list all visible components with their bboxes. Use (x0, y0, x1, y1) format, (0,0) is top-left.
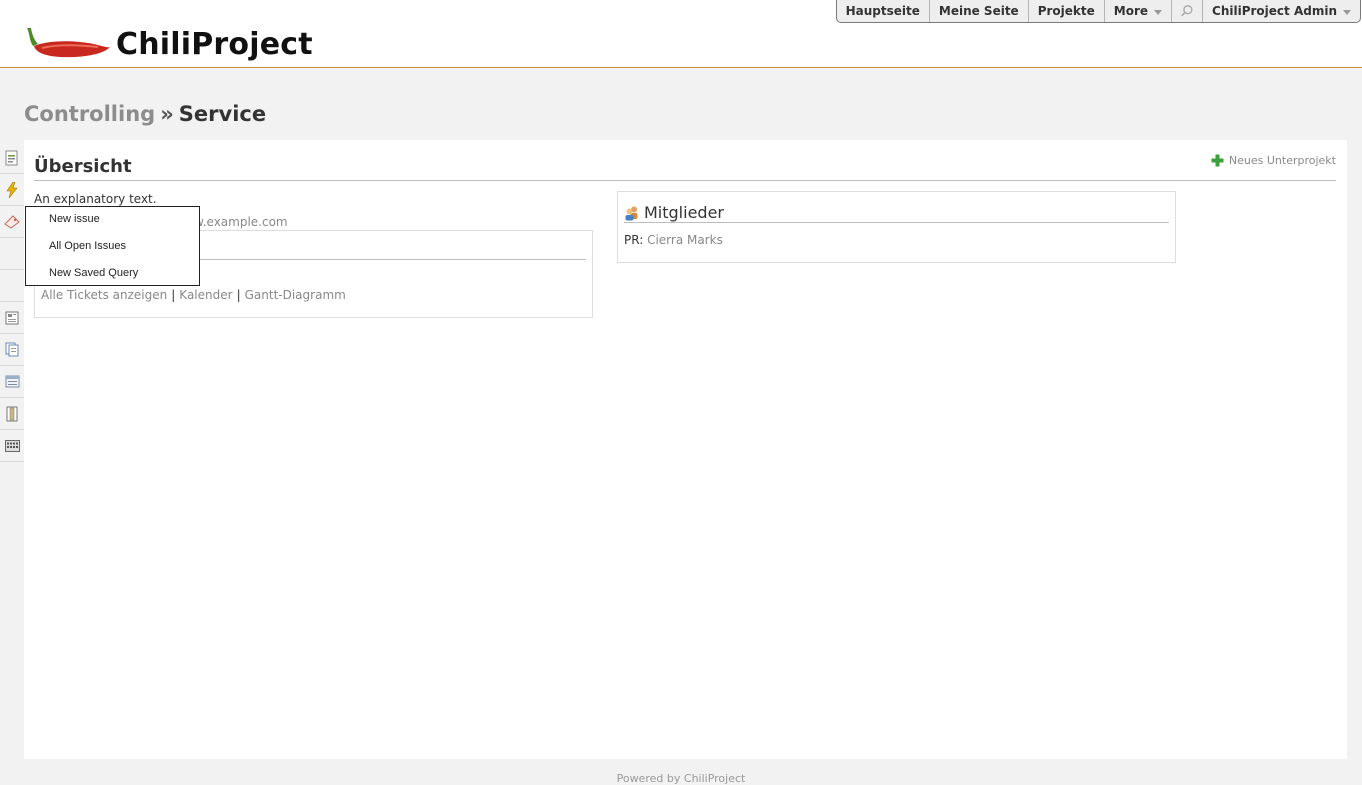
footer: Powered by ChiliProject (616, 772, 746, 785)
calendar-link[interactable]: Kalender (179, 288, 232, 302)
sidebar-item-settings[interactable] (0, 430, 24, 462)
link-separator: | (171, 288, 176, 302)
members-title-label: Mitglieder (644, 203, 724, 222)
news-icon (5, 311, 19, 324)
documents-icon (5, 342, 18, 357)
top-menu-home[interactable]: Hauptseite (837, 0, 929, 22)
link-separator: | (236, 288, 241, 302)
overview-icon (5, 150, 18, 165)
main-content: Übersicht Neues Unterprojekt An explanat… (24, 140, 1347, 759)
logo[interactable]: ChiliProject (24, 24, 313, 64)
homepage-link[interactable]: w.example.com (194, 215, 288, 229)
search-button[interactable] (1171, 0, 1202, 22)
chevron-down-icon (1343, 9, 1351, 15)
top-menu-my-page[interactable]: Meine Seite (928, 0, 1028, 22)
members-title: Mitglieder (624, 203, 724, 222)
breadcrumb-separator: » (160, 102, 174, 126)
breadcrumb: Controlling» Service (24, 102, 266, 126)
top-menu-projects[interactable]: Projekte (1027, 0, 1104, 22)
settings-icon (4, 439, 20, 452)
top-menu-user-label: ChiliProject Admin (1212, 4, 1337, 18)
issues-icon (4, 214, 20, 229)
top-menu-projects-label: Projekte (1037, 4, 1095, 18)
new-subproject-link[interactable]: Neues Unterprojekt (1211, 154, 1336, 167)
wiki-icon (5, 375, 19, 388)
files-icon (6, 406, 18, 421)
member-link[interactable]: Cierra Marks (647, 233, 723, 247)
sidebar-item-blank-1[interactable] (0, 238, 24, 270)
members-line: PR: Cierra Marks (624, 233, 723, 247)
sidebar-item-news[interactable] (0, 302, 24, 334)
activity-icon (6, 181, 18, 198)
title-divider (34, 180, 1336, 181)
project-menu-icons (0, 142, 24, 462)
top-menu-home-label: Hauptseite (845, 4, 920, 18)
top-menu-more[interactable]: More (1103, 0, 1171, 22)
plus-icon (1211, 154, 1224, 167)
sidebar-item-files[interactable] (0, 398, 24, 430)
sidebar-item-overview[interactable] (0, 142, 24, 174)
logo-text: ChiliProject (116, 26, 313, 62)
chili-pepper-icon (27, 28, 110, 58)
issues-links: Alle Tickets anzeigen | Kalender | Gantt-Dia… (41, 288, 346, 302)
top-menu: Hauptseite Meine Seite Projekte More Chi… (835, 0, 1361, 23)
issues-popup-menu: New issue All Open Issues New Saved Quer… (25, 206, 200, 286)
menu-item-new-issue[interactable]: New issue (49, 213, 100, 225)
page-title: Übersicht (34, 156, 132, 177)
members-box-divider (624, 222, 1169, 223)
breadcrumb-current: Service (178, 102, 267, 126)
new-subproject-label: Neues Unterprojekt (1228, 154, 1336, 167)
sidebar-item-issues[interactable] (0, 206, 24, 238)
sidebar-item-documents[interactable] (0, 334, 24, 366)
members-box: Mitglieder PR: Cierra Marks (617, 191, 1176, 263)
member-role: PR (624, 233, 640, 247)
all-issues-link[interactable]: Alle Tickets anzeigen (41, 288, 167, 302)
chevron-down-icon (1154, 9, 1163, 15)
sidebar-item-wiki[interactable] (0, 366, 24, 398)
breadcrumb-parent-link[interactable]: Controlling (24, 102, 155, 126)
menu-item-new-saved-query[interactable]: New Saved Query (49, 267, 138, 279)
sidebar-item-blank-2[interactable] (0, 270, 24, 302)
top-menu-more-label: More (1113, 4, 1149, 18)
menu-item-all-open-issues[interactable]: All Open Issues (49, 240, 126, 252)
top-menu-my-page-label: Meine Seite (938, 4, 1019, 18)
project-description: An explanatory text. (34, 192, 157, 206)
gantt-link[interactable]: Gantt-Diagramm (245, 288, 346, 302)
sidebar-item-activity[interactable] (0, 174, 24, 206)
group-icon (625, 206, 638, 220)
search-icon (1181, 5, 1193, 17)
top-menu-user[interactable]: ChiliProject Admin (1202, 0, 1360, 22)
